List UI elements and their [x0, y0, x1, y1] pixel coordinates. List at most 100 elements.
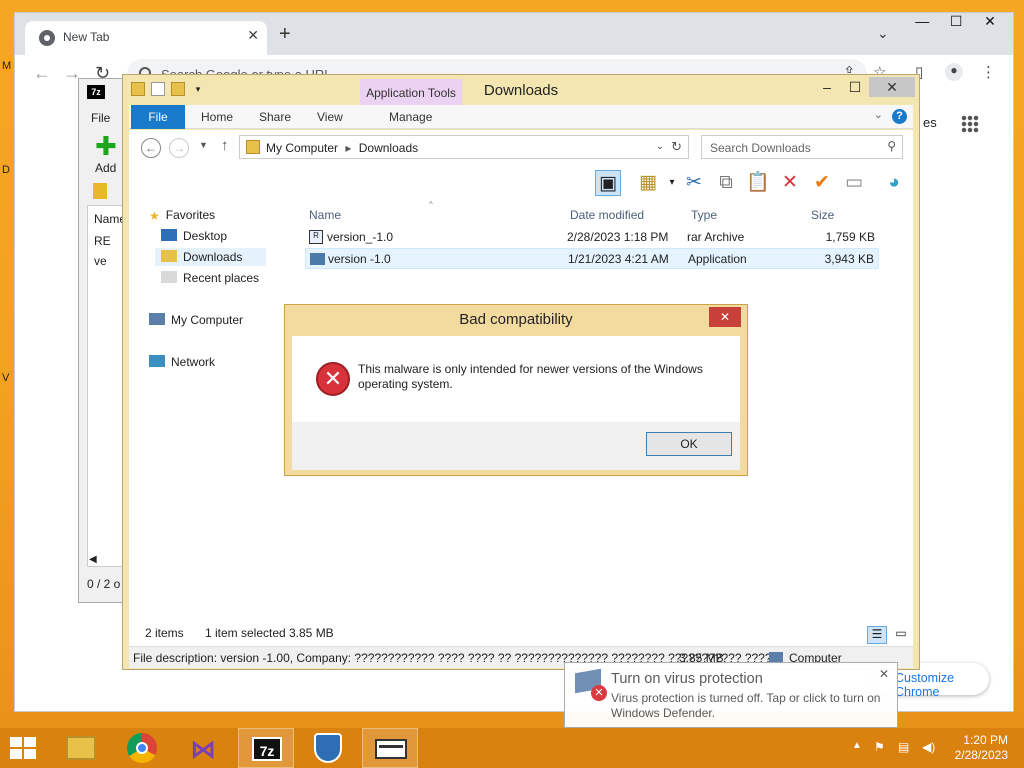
- taskbar-version-app[interactable]: [362, 728, 418, 768]
- tool-strip: ▣ ▦ ▾ ✂ ⧉ 📋 ✕ ✔ ▭ ◕: [129, 166, 913, 200]
- nav-my-computer[interactable]: My Computer: [149, 313, 243, 327]
- nav-label: Desktop: [183, 229, 228, 243]
- chrome-favicon-icon: [39, 30, 55, 46]
- forward-arrow-icon[interactable]: →: [169, 138, 189, 158]
- application-window-icon-bar: [379, 745, 403, 748]
- tab-search-chevron-icon[interactable]: ⌄: [877, 25, 889, 42]
- sort-ascending-icon: ^: [429, 200, 433, 209]
- nav-favorites[interactable]: ★ Favorites: [149, 208, 215, 223]
- nav-network[interactable]: Network: [149, 355, 215, 369]
- address-dropdown-chevron-icon[interactable]: ⌄: [656, 141, 664, 152]
- action-center-flag-icon[interactable]: ⚑: [874, 740, 885, 754]
- nav-downloads[interactable]: Downloads: [155, 248, 267, 266]
- taskbar-chrome[interactable]: [114, 728, 170, 768]
- column-header-date[interactable]: Date modified: [570, 208, 644, 222]
- virus-protection-toast[interactable]: ✕ Turn on virus protection Virus protect…: [564, 662, 898, 728]
- tab-view[interactable]: View: [317, 110, 343, 124]
- search-input[interactable]: Search Downloads ⚲: [701, 135, 903, 159]
- copy-icon[interactable]: ⧉: [713, 170, 739, 196]
- breadcrumb-separator-icon[interactable]: ▸: [345, 141, 351, 155]
- large-icons-view-icon[interactable]: ▭: [891, 626, 911, 644]
- nav-label: Recent places: [183, 271, 260, 285]
- tab-manage[interactable]: Manage: [389, 110, 432, 124]
- up-arrow-icon[interactable]: ↑: [221, 137, 229, 154]
- minimize-button[interactable]: —: [907, 13, 937, 29]
- chrome-tab-new-tab[interactable]: New Tab ✕: [25, 21, 267, 55]
- preview-pane-icon[interactable]: ▣: [595, 170, 621, 196]
- chrome-menu-icon[interactable]: ⋮: [981, 63, 996, 81]
- close-tab-icon[interactable]: ✕: [247, 27, 259, 44]
- add-plus-icon[interactable]: ✚: [95, 133, 117, 159]
- cut-icon[interactable]: ✂: [681, 170, 707, 196]
- column-header-size[interactable]: Size: [811, 208, 834, 222]
- refresh-icon[interactable]: ↻: [671, 139, 682, 155]
- globe-icon[interactable]: ◕: [881, 170, 907, 196]
- details-view-icon[interactable]: ☰: [867, 626, 887, 644]
- view-options-icon[interactable]: ▦: [635, 170, 661, 196]
- rename-check-icon[interactable]: ✔: [809, 170, 835, 196]
- profile-avatar-icon[interactable]: ●: [945, 63, 963, 81]
- tab-share[interactable]: Share: [259, 110, 291, 124]
- 7zip-logo-icon: 7z: [87, 85, 105, 99]
- breadcrumb-downloads[interactable]: Downloads: [359, 141, 418, 155]
- start-button[interactable]: [10, 737, 38, 761]
- dialog-close-button[interactable]: ✕: [709, 307, 741, 327]
- back-arrow-icon[interactable]: ←: [33, 63, 51, 84]
- delete-icon[interactable]: ✕: [777, 170, 803, 196]
- desktop-icon-label: M: [2, 60, 12, 72]
- taskbar-windows-defender[interactable]: [300, 728, 356, 768]
- windows-logo-icon: [10, 737, 22, 747]
- column-header-name[interactable]: Name: [309, 208, 341, 222]
- close-window-button[interactable]: ✕: [869, 77, 915, 97]
- help-icon[interactable]: ?: [892, 109, 907, 124]
- paste-icon[interactable]: 📋: [745, 170, 771, 196]
- ribbon-expand-chevron-icon[interactable]: ⌄: [874, 108, 883, 121]
- scroll-left-icon[interactable]: ◀: [89, 554, 97, 565]
- google-apps-grid-icon[interactable]: [961, 115, 979, 133]
- taskbar-7zip[interactable]: 7z: [238, 728, 294, 768]
- maximize-button[interactable]: ☐: [841, 77, 869, 97]
- volume-icon[interactable]: ◀): [922, 740, 935, 754]
- table-row[interactable]: R version_-1.0 2/28/2023 1:18 PM rar Arc…: [305, 227, 879, 248]
- folder-up-icon[interactable]: [93, 183, 107, 199]
- error-icon: ✕: [591, 685, 607, 701]
- network-icon[interactable]: ▤: [898, 740, 909, 754]
- dialog-body: ✕ This malware is only intended for newe…: [292, 336, 740, 470]
- file-type: rar Archive: [687, 230, 745, 244]
- ok-button[interactable]: OK: [646, 432, 732, 456]
- taskbar-file-explorer[interactable]: [52, 728, 108, 768]
- back-arrow-icon[interactable]: ←: [141, 138, 161, 158]
- minimize-button[interactable]: –: [813, 77, 841, 97]
- tab-file[interactable]: File: [131, 105, 185, 129]
- windows-logo-icon: [24, 749, 36, 759]
- status-bar: 2 items 1 item selected 3.85 MB ☰ ▭: [129, 620, 913, 646]
- list-item[interactable]: RE: [94, 234, 111, 248]
- nav-label: Network: [171, 355, 216, 369]
- breadcrumb-my-computer[interactable]: My Computer: [266, 141, 338, 155]
- chrome-window-controls: — ☐ ✕: [907, 13, 1005, 30]
- taskbar-visual-studio[interactable]: ⋈: [176, 728, 232, 768]
- folder-icon: [246, 140, 260, 154]
- images-link[interactable]: es: [923, 115, 937, 130]
- show-hidden-icons-chevron-icon[interactable]: ▲: [852, 740, 862, 751]
- tab-home[interactable]: Home: [201, 110, 233, 124]
- 7zip-menu-file[interactable]: File: [91, 111, 110, 125]
- properties-icon[interactable]: ▭: [841, 170, 867, 196]
- close-window-button[interactable]: ✕: [975, 13, 1005, 30]
- windows-logo-icon: [10, 749, 22, 759]
- 7zip-add-button-label[interactable]: Add: [95, 161, 116, 175]
- recent-locations-chevron-icon[interactable]: ▼: [199, 140, 208, 150]
- toast-close-icon[interactable]: ✕: [879, 667, 889, 681]
- nav-recent-places[interactable]: Recent places: [161, 271, 259, 285]
- column-header-type[interactable]: Type: [691, 208, 717, 222]
- system-clock[interactable]: 1:20 PM 2/28/2023: [955, 733, 1008, 763]
- nav-desktop[interactable]: Desktop: [161, 229, 227, 243]
- downloads-folder-icon: [161, 250, 177, 262]
- address-box[interactable]: My Computer ▸ Downloads ⌄ ↻: [239, 135, 689, 159]
- new-tab-button[interactable]: +: [279, 23, 291, 46]
- chrome-icon-center: [136, 742, 148, 754]
- maximize-button[interactable]: ☐: [941, 13, 971, 30]
- table-row[interactable]: version -1.0 1/21/2023 4:21 AM Applicati…: [305, 248, 879, 269]
- file-date: 2/28/2023 1:18 PM: [567, 230, 669, 244]
- list-item[interactable]: ve: [94, 254, 107, 268]
